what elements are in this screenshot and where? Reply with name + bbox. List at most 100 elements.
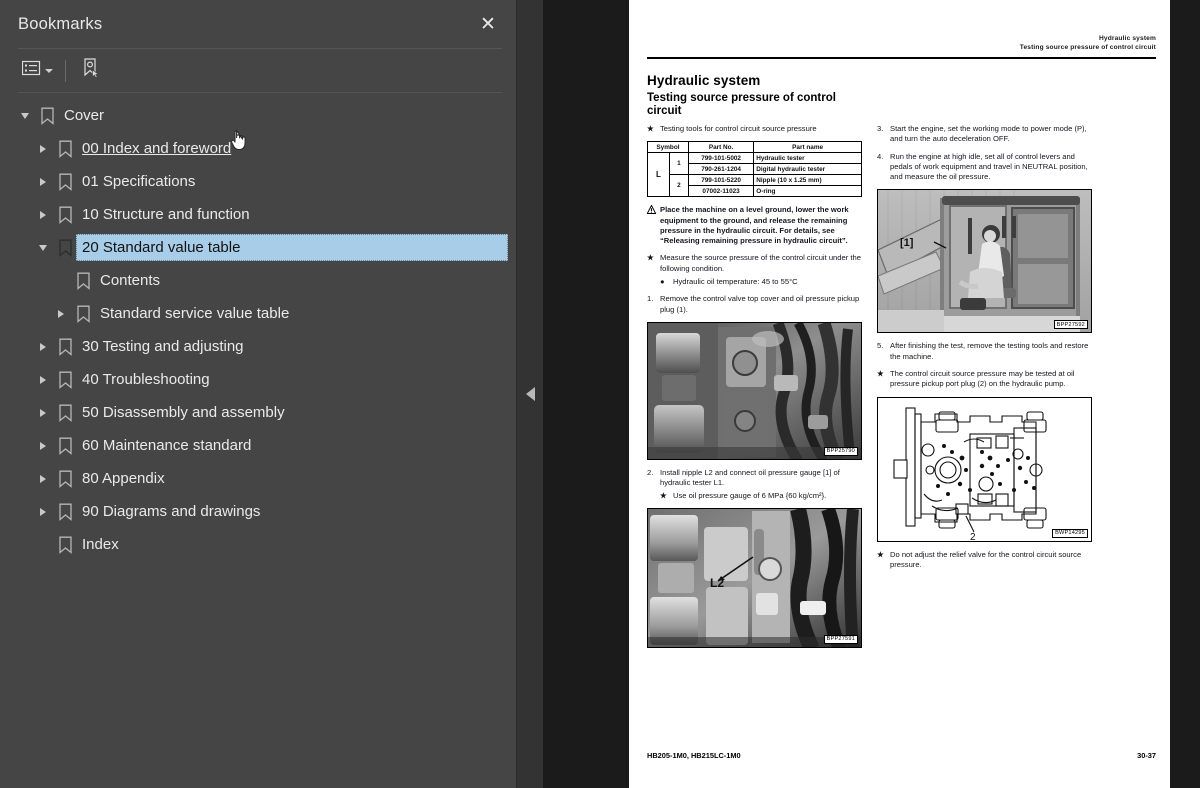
chevron-down-icon bbox=[45, 68, 53, 73]
cell-part-no: 790-261-1204 bbox=[687, 163, 755, 176]
bookmark-item-contents[interactable]: Contents bbox=[0, 264, 516, 297]
chevron-right-icon[interactable] bbox=[32, 336, 54, 358]
svg-text:L2: L2 bbox=[710, 576, 724, 590]
nipple-l2-photo: L2 bbox=[648, 508, 861, 647]
table-row: 2 799-101-5220 Nipple (10 x 1.25 mm) bbox=[648, 174, 862, 198]
bookmark-item-10-structure-and-function[interactable]: 10 Structure and function bbox=[0, 198, 516, 231]
star-bullet-icon: ★ bbox=[647, 124, 654, 133]
cell-group: 1 bbox=[668, 152, 689, 176]
bookmark-options-button[interactable] bbox=[18, 56, 57, 86]
col-symbol: Symbol bbox=[647, 141, 689, 154]
star-bullet-icon: ★ bbox=[647, 253, 654, 263]
toolbar-divider bbox=[65, 59, 66, 82]
document-title: Hydraulic system bbox=[647, 73, 761, 88]
bookmark-item-01-specifications[interactable]: 01 Specifications bbox=[0, 165, 516, 198]
collapse-left-arrow-icon[interactable] bbox=[525, 387, 535, 401]
new-bookmark-icon bbox=[80, 57, 102, 84]
bookmarks-panel-header: Bookmarks ✕ bbox=[0, 0, 516, 48]
page-title: Bookmarks bbox=[18, 14, 103, 33]
bookmark-tree[interactable]: Cover 00 Index and foreword 01 Specificati… bbox=[0, 93, 516, 788]
bookmark-icon bbox=[54, 437, 76, 455]
bookmark-icon bbox=[72, 305, 94, 323]
svg-text:2: 2 bbox=[970, 532, 976, 542]
bookmark-label: 00 Index and foreword bbox=[82, 140, 232, 157]
step-2-note: ★ Use oil pressure gauge of 6 MPa {60 kg… bbox=[660, 490, 827, 500]
viewer-right-margin bbox=[1170, 0, 1200, 788]
cell-group: 2 bbox=[668, 174, 689, 198]
bookmarks-toolbar bbox=[0, 49, 516, 92]
bookmark-icon bbox=[72, 272, 94, 290]
chevron-right-icon[interactable] bbox=[32, 402, 54, 424]
col-part-name: Part name bbox=[753, 141, 862, 154]
pdf-page: Hydraulic system Testing source pressure… bbox=[629, 0, 1186, 788]
bookmark-label: Cover bbox=[64, 107, 105, 124]
chevron-down-icon[interactable] bbox=[32, 237, 54, 259]
bookmark-icon bbox=[54, 173, 76, 191]
cell-part-name: Hydraulic tester bbox=[753, 152, 862, 165]
chevron-right-icon[interactable] bbox=[32, 369, 54, 391]
bookmark-label: 10 Structure and function bbox=[82, 206, 250, 223]
star-bullet-icon: ★ bbox=[660, 490, 667, 500]
panel-splitter[interactable] bbox=[517, 0, 543, 788]
bookmark-icon bbox=[54, 371, 76, 389]
step-1: 1. Remove the control valve top cover an… bbox=[647, 294, 860, 314]
close-icon[interactable]: ✕ bbox=[474, 10, 502, 38]
figure-caption: BPP27592 bbox=[1053, 320, 1088, 330]
bookmark-item-40-troubleshooting[interactable]: 40 Troubleshooting bbox=[0, 363, 516, 396]
page-running-header: Hydraulic system Testing source pressure… bbox=[647, 34, 1156, 52]
figure-nipple-l2: L2 BPP27591 bbox=[647, 507, 862, 648]
measure-note: ★ Measure the source pressure of the con… bbox=[647, 253, 861, 273]
step-4: 4. Run the engine at high idle, set all … bbox=[877, 151, 1088, 182]
operator-cab-photo: [1] bbox=[878, 190, 1091, 333]
figure-hydraulic-pump: 2 BWP14295 bbox=[877, 396, 1092, 542]
tools-caption: ★ Testing tools for control circuit sour… bbox=[647, 124, 817, 133]
bookmark-item-30-testing-and-adjusting[interactable]: 30 Testing and adjusting bbox=[0, 330, 516, 363]
bookmark-label: 90 Diagrams and drawings bbox=[82, 503, 261, 520]
bookmark-label: 30 Testing and adjusting bbox=[82, 338, 244, 355]
bookmark-item-standard-service-value-table[interactable]: Standard service value table bbox=[0, 297, 516, 330]
testing-tools-table: Symbol Part No. Part name L 1 799-101-50… bbox=[647, 141, 862, 198]
new-bookmark-button[interactable] bbox=[76, 56, 106, 86]
warning-triangle-icon bbox=[646, 204, 660, 246]
cell-part-no: 799-101-5220 bbox=[687, 174, 755, 187]
bookmark-label: 20 Standard value table bbox=[82, 239, 241, 256]
cell-part-no: 07002-11023 bbox=[687, 185, 755, 198]
page-column-left: ★ Testing tools for control circuit sour… bbox=[646, 124, 862, 656]
figure-caption: BPP27591 bbox=[823, 634, 858, 644]
star-bullet-icon: ★ bbox=[877, 549, 884, 559]
bookmark-item-60-maintenance-standard[interactable]: 60 Maintenance standard bbox=[0, 429, 516, 462]
chevron-right-icon[interactable] bbox=[32, 435, 54, 457]
chevron-right-icon[interactable] bbox=[32, 138, 54, 160]
bookmark-item-00-index-and-foreword[interactable]: 00 Index and foreword bbox=[0, 132, 516, 165]
bookmark-icon bbox=[54, 140, 76, 158]
bookmarks-panel: Bookmarks ✕ Cover 00 Index and foreword … bbox=[0, 0, 517, 788]
star-bullet-icon: ★ bbox=[877, 369, 884, 379]
step-2-number: 2. bbox=[647, 467, 654, 477]
bookmark-label: 40 Troubleshooting bbox=[82, 371, 210, 388]
chevron-right-icon[interactable] bbox=[50, 303, 72, 325]
bookmark-item-cover[interactable]: Cover bbox=[0, 99, 516, 132]
bookmark-label: Index bbox=[82, 536, 119, 553]
chevron-right-icon[interactable] bbox=[32, 171, 54, 193]
bookmark-label: 80 Appendix bbox=[82, 470, 165, 487]
bookmark-item-50-disassembly-and-assembly[interactable]: 50 Disassembly and assembly bbox=[0, 396, 516, 429]
chevron-right-icon[interactable] bbox=[32, 468, 54, 490]
document-subtitle: Testing source pressure of control circu… bbox=[647, 92, 836, 117]
temperature-bullet: ● Hydraulic oil temperature: 45 to 55°C bbox=[660, 277, 798, 287]
bookmark-item-20-standard-value-table[interactable]: 20 Standard value table bbox=[0, 231, 516, 264]
chevron-right-icon[interactable] bbox=[32, 204, 54, 226]
bookmark-item-80-appendix[interactable]: 80 Appendix bbox=[0, 462, 516, 495]
chevron-down-icon[interactable] bbox=[14, 105, 36, 127]
warning-note: Place the machine on a level ground, low… bbox=[646, 204, 862, 246]
step-1-number: 1. bbox=[647, 294, 654, 304]
bookmark-item-90-diagrams-and-drawings[interactable]: 90 Diagrams and drawings bbox=[0, 495, 516, 528]
step-4-number: 4. bbox=[877, 151, 884, 161]
chevron-right-icon[interactable] bbox=[32, 501, 54, 523]
cell-part-name: O-ring bbox=[753, 185, 862, 198]
header-rule bbox=[647, 57, 1156, 59]
step-5: 5. After finishing the test, remove the … bbox=[877, 341, 1089, 361]
bookmark-icon bbox=[54, 206, 76, 224]
step-3: 3. Start the engine, set the working mod… bbox=[877, 124, 1087, 144]
bookmark-item-index[interactable]: Index bbox=[0, 528, 516, 561]
cell-part-name: Nipple (10 x 1.25 mm) bbox=[753, 174, 862, 187]
